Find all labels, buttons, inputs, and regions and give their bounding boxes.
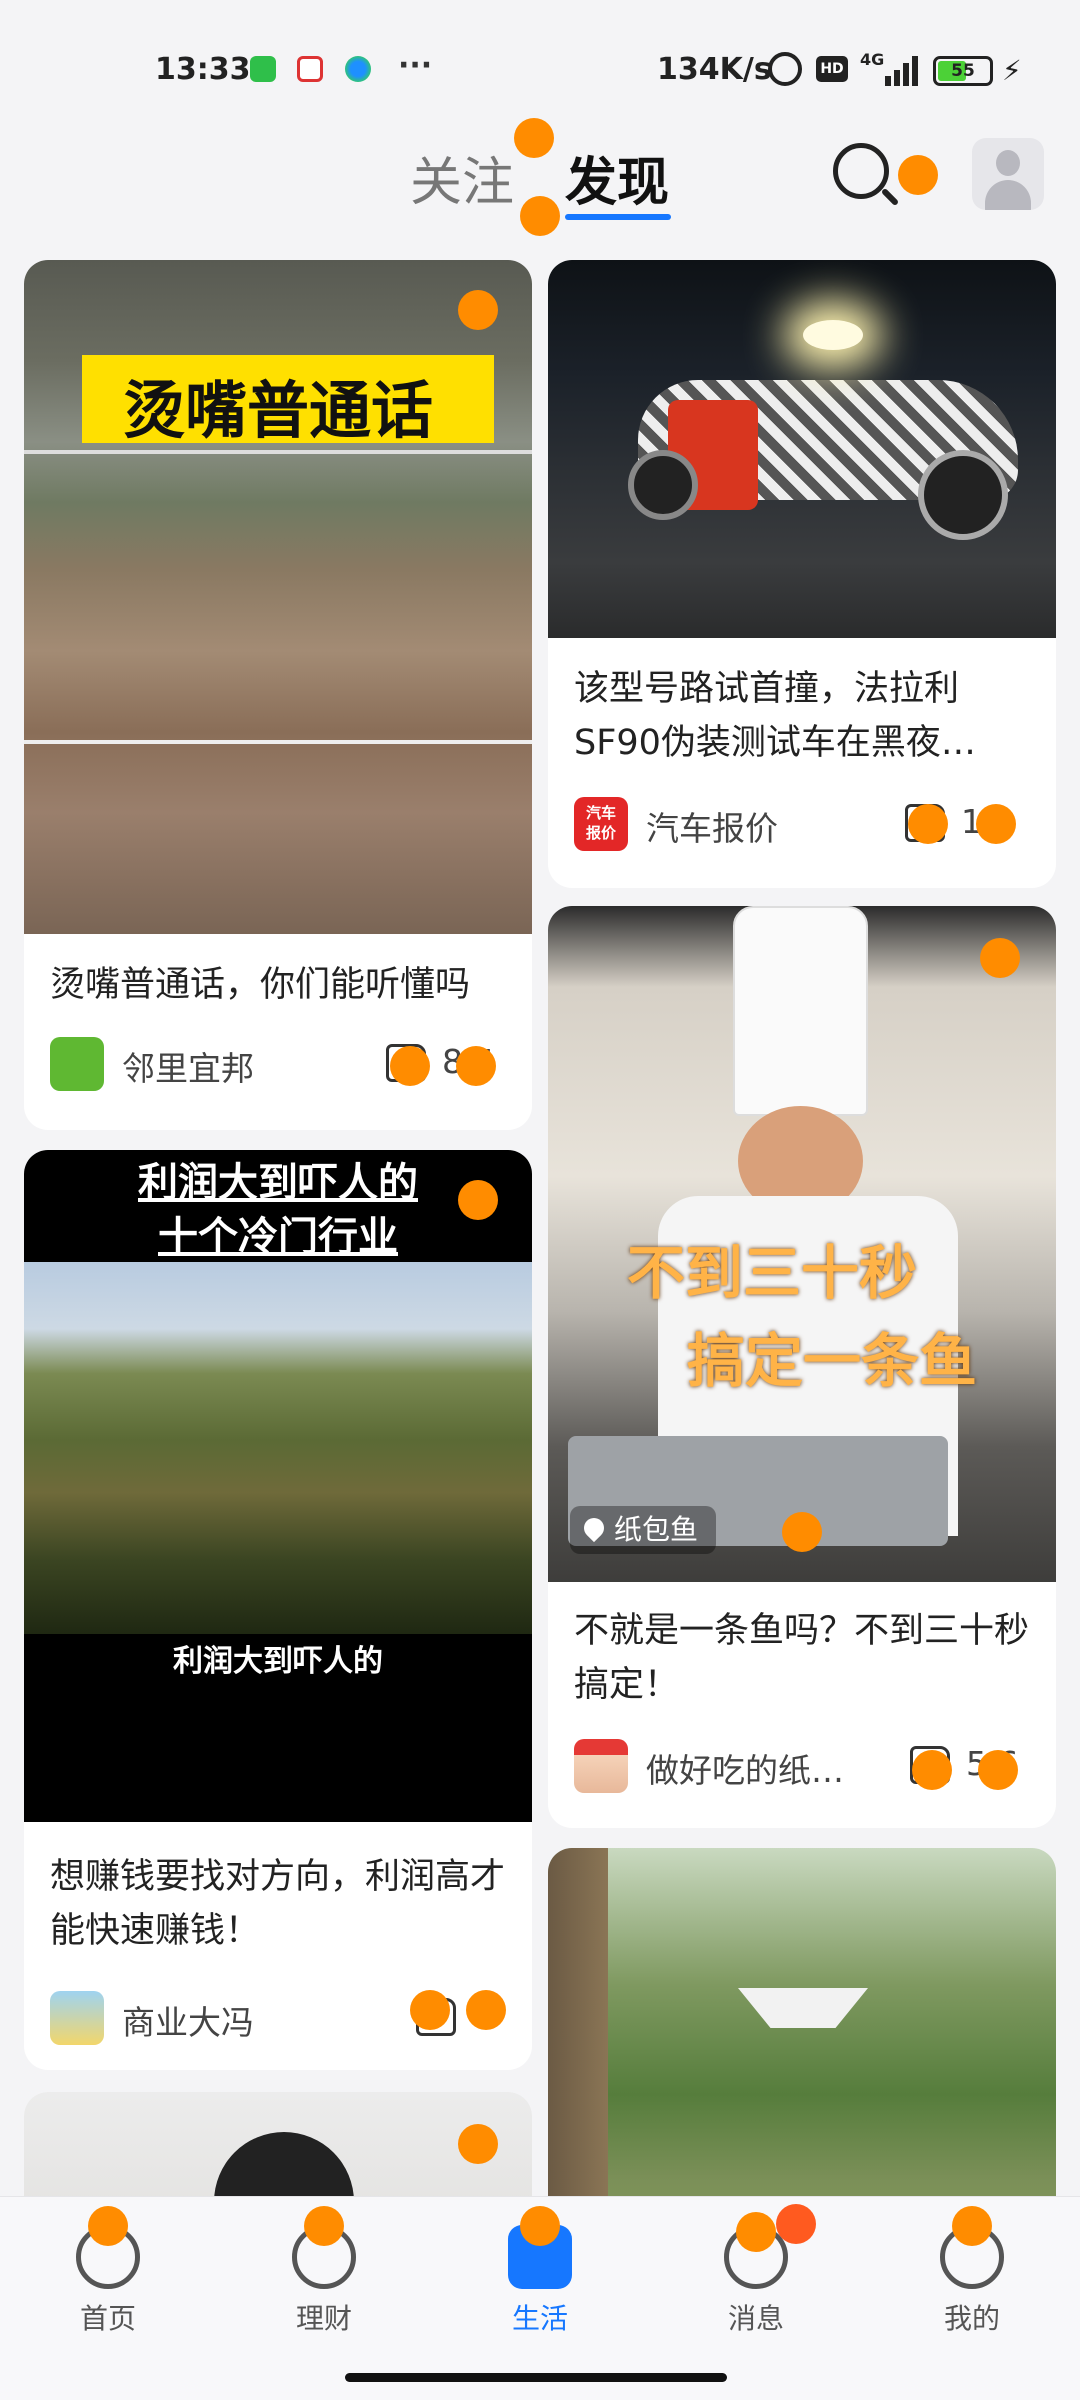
thumbnail-caption-line-1: 利润大到吓人的 [138,1160,418,1206]
video-thumbnail: 不到三十秒 搞定一条鱼 纸包鱼 [548,906,1056,1582]
video-thumbnail [548,260,1056,638]
browser-notification-icon [345,56,371,82]
marker-dot [410,1990,450,2030]
wechat-notification-icon [250,56,276,82]
marker-dot [912,1750,952,1790]
video-thumbnail: 烫嘴普通话 [24,260,532,934]
feed-card[interactable]: 该型号路试首撞，法拉利SF90伪装测试车在黑夜… 汽车 报价 汽车报价 1 1 [548,260,1056,888]
charging-icon: ⚡ [1002,54,1022,87]
marker-dot [520,2206,560,2246]
nav-label: 首页 [79,2302,136,2335]
card-title: 该型号路试首撞，法拉利SF90伪装测试车在黑夜… [574,669,976,763]
author-name: 邻里宜邦 [122,1049,254,1088]
marker-dot [952,2206,992,2246]
location-name: 纸包鱼 [614,1513,699,1546]
home-indicator[interactable] [345,2373,727,2382]
search-icon[interactable] [830,140,900,212]
marker-dot [782,1512,822,1552]
thumbnail-caption-line-2: 十个冷门行业 [158,1214,398,1260]
author-badge-line-1: 汽车 [585,804,616,822]
tab-discover[interactable]: 发现 [565,140,669,215]
marker-dot [514,118,554,158]
card-title: 想赚钱要找对方向，利润高才能快速赚钱！ [50,1857,506,1951]
marker-dot [776,2204,816,2244]
author-avatar [50,1991,104,2045]
battery-level: 55 [951,61,975,81]
network-type: 4G [860,50,885,69]
author-name: 商业大冯 [122,2003,254,2042]
author-row: 邻里宜邦 8 5 [50,1036,506,1092]
author-avatar [574,1739,628,1793]
location-pin-icon [579,1513,609,1543]
nav-label: 生活 [511,2302,568,2335]
author-name: 做好吃的纸… [646,1751,844,1790]
status-time: 13:33 [155,52,251,87]
card-title: 不就是一条鱼吗？不到三十秒搞定！ [574,1611,1030,1705]
marker-dot [466,1990,506,2030]
marker-dot [898,155,938,195]
battery-icon: 55 [933,56,993,86]
nav-label: 理财 [295,2302,352,2335]
location-tag[interactable]: 纸包鱼 [570,1506,717,1554]
marker-dot [458,2124,498,2164]
author-avatar [50,1037,104,1091]
thumbnail-caption-line-2: 搞定一条鱼 [686,1327,977,1395]
marker-dot [456,1046,496,1086]
feed-card[interactable]: 利润大到吓人的 十个冷门行业 利润大到吓人的 想赚钱要找对方向，利润高才能快速赚… [24,1150,532,2070]
author-row: 做好吃的纸… 5 6 [574,1738,1030,1794]
nav-label: 我的 [943,2302,1000,2335]
thumbnail-subtitle: 利润大到吓人的 [173,1644,383,1679]
thumbnail-caption: 烫嘴普通话 [122,374,433,447]
marker-dot [736,2212,776,2252]
marker-dot [88,2206,128,2246]
card-title: 烫嘴普通话，你们能听懂吗 [50,965,471,1005]
feed-card[interactable]: 烫嘴普通话 烫嘴普通话，你们能听懂吗 邻里宜邦 8 5 [24,260,532,1130]
marker-dot [458,1180,498,1220]
thumbnail-caption-line-1: 不到三十秒 [626,1239,917,1307]
author-name: 汽车报价 [646,809,778,848]
marker-dot [390,1046,430,1086]
marker-dot [458,290,498,330]
feed-card[interactable]: 不到三十秒 搞定一条鱼 纸包鱼 不就是一条鱼吗？不到三十秒搞定！ 做好吃的纸… … [548,906,1056,1828]
author-avatar: 汽车 报价 [574,797,628,851]
marker-dot [304,2206,344,2246]
tab-follow[interactable]: 关注 [410,140,514,215]
marker-dot [980,938,1020,978]
nav-label: 消息 [727,2302,784,2335]
hd-icon: HD [816,56,848,82]
marker-dot [976,804,1016,844]
more-notifications-icon: ··· [398,48,433,83]
network-speed: 134K/s [657,52,772,87]
avatar-icon[interactable] [972,138,1044,210]
alarm-icon [768,52,802,86]
marker-dot [978,1750,1018,1790]
marker-dot [908,804,948,844]
app-notification-icon [297,56,323,82]
author-row: 汽车 报价 汽车报价 1 1 [574,796,1030,852]
video-thumbnail: 利润大到吓人的 十个冷门行业 利润大到吓人的 [24,1150,532,1822]
signal-icon [885,54,921,86]
author-badge-line-2: 报价 [585,824,616,842]
marker-dot [520,196,560,236]
active-tab-indicator [565,214,671,220]
